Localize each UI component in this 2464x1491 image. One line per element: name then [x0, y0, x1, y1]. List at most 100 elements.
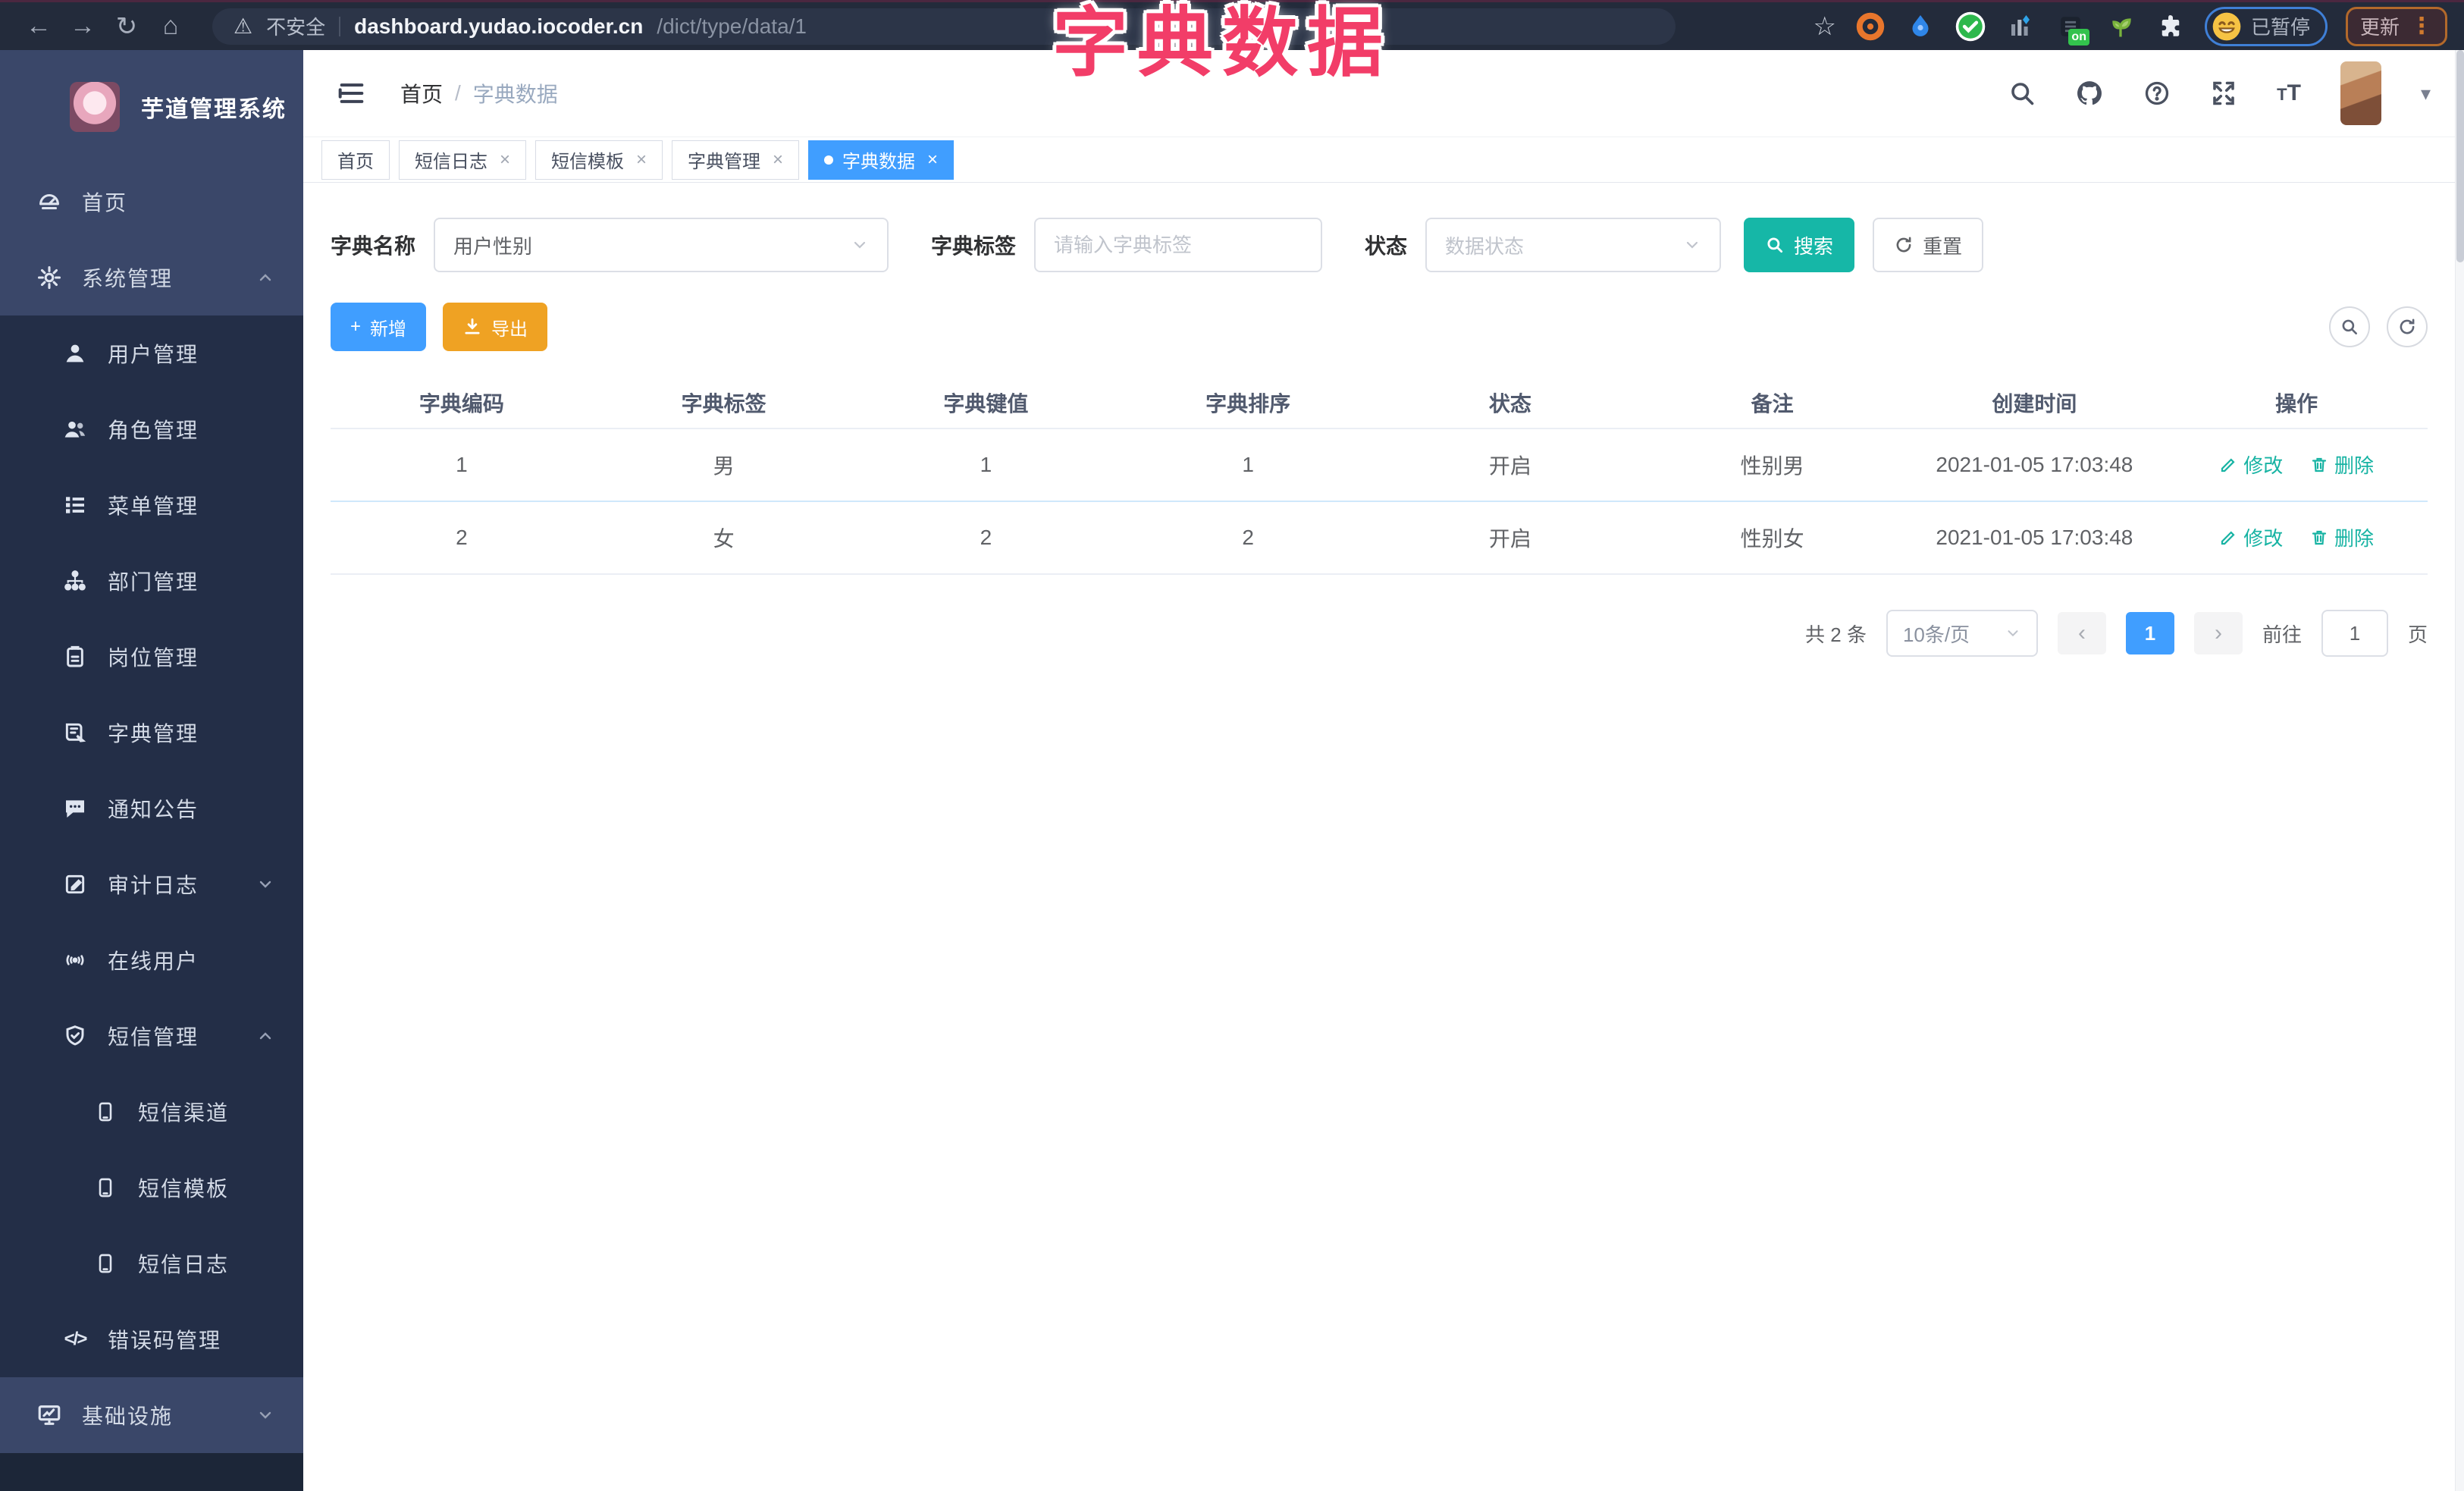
reload-icon[interactable]: ↻: [105, 11, 149, 42]
current-page-button[interactable]: 1: [2125, 612, 2174, 654]
export-button[interactable]: 导出: [443, 303, 548, 351]
tab-sms-log[interactable]: 短信日志 ×: [399, 140, 527, 180]
sidebar-item-sms-template[interactable]: 短信模板: [0, 1150, 303, 1226]
tab-dict-mgmt[interactable]: 字典管理 ×: [672, 140, 800, 180]
fullscreen-icon[interactable]: [2210, 80, 2237, 107]
sidebar-item-dept-mgmt[interactable]: 部门管理: [0, 543, 303, 619]
extension-stats-icon[interactable]: [2005, 11, 2036, 42]
breadcrumb: 首页 / 字典数据: [400, 78, 558, 108]
sidebar-item-sms-channel[interactable]: 短信渠道: [0, 1074, 303, 1150]
sidebar-item-infrastructure[interactable]: 基础设施: [0, 1377, 303, 1453]
trash-icon: [2312, 530, 2327, 545]
sidebar-item-menu-mgmt[interactable]: 菜单管理: [0, 467, 303, 543]
announcement-icon: [59, 796, 91, 821]
breadcrumb-home-link[interactable]: 首页: [400, 78, 443, 108]
edit-button[interactable]: 修改: [2219, 450, 2283, 479]
sidebar-footer: [0, 1453, 303, 1491]
bookmark-star-icon[interactable]: ☆: [1813, 11, 1835, 42]
delete-button[interactable]: 删除: [2310, 450, 2374, 479]
refresh-table-button[interactable]: [2387, 306, 2428, 347]
sidebar-item-dict-mgmt[interactable]: 字典管理: [0, 695, 303, 771]
table-toolbar: + 新增 导出: [331, 303, 2428, 351]
kebab-menu-icon[interactable]: ⋮: [2410, 13, 2433, 39]
dict-tag-input[interactable]: [1034, 218, 1323, 272]
next-page-button[interactable]: ›: [2193, 612, 2243, 654]
delete-button[interactable]: 删除: [2310, 523, 2374, 551]
table-row: 1 男 1 1 开启 性别男 2021-01-05 17:03:48 修改 删除: [331, 428, 2428, 502]
extension-blue-drop-icon[interactable]: [1904, 11, 1936, 42]
user-avatar[interactable]: [2340, 61, 2381, 125]
infrastructure-icon: [33, 1402, 65, 1428]
pencil-icon: [2221, 531, 2235, 545]
sidebar-item-online-users[interactable]: 在线用户: [0, 922, 303, 998]
total-count: 共 2 条: [1805, 623, 1867, 646]
main-content: 字典名称 用户性别 字典标签 状态 数据状态 搜索 重置 + 新增: [303, 183, 2455, 1491]
scrollbar-thumb[interactable]: [2456, 50, 2464, 262]
extension-orange-icon[interactable]: [1854, 11, 1886, 42]
reset-button[interactable]: 重置: [1873, 218, 1984, 272]
toggle-search-button[interactable]: [2329, 306, 2370, 347]
sidebar-item-sms-log[interactable]: 短信日志: [0, 1226, 303, 1301]
sidebar-item-error-code[interactable]: </> 错误码管理: [0, 1301, 303, 1377]
col-dict-tag: 字典标签: [592, 377, 855, 429]
page-size-select[interactable]: 10条/页: [1886, 610, 2038, 657]
close-icon[interactable]: ×: [636, 150, 647, 169]
search-icon[interactable]: [2008, 80, 2036, 107]
tab-home[interactable]: 首页: [321, 140, 390, 180]
warning-icon: ⚠: [234, 14, 253, 38]
close-icon[interactable]: ×: [500, 150, 510, 169]
refresh-icon: [2400, 319, 2415, 334]
home-icon[interactable]: ⌂: [149, 11, 193, 41]
font-size-icon[interactable]: TT: [2277, 80, 2301, 106]
home-icon: [33, 189, 65, 215]
extension-green-check-icon[interactable]: [1955, 11, 1986, 42]
back-icon[interactable]: ←: [17, 11, 61, 41]
app-logo-row[interactable]: 芋道管理系统: [0, 50, 303, 164]
extension-dark-on-icon[interactable]: on: [2055, 11, 2089, 46]
prev-page-button[interactable]: ‹: [2057, 612, 2106, 654]
caret-down-icon[interactable]: ▾: [2421, 82, 2431, 105]
chevron-down-icon: [2005, 625, 2021, 642]
address-bar[interactable]: ⚠ 不安全 dashboard.yudao.iocoder.cn /dict/t…: [212, 8, 1676, 45]
update-label: 更新: [2359, 16, 2400, 39]
add-button[interactable]: + 新增: [331, 303, 427, 351]
extensions-puzzle-icon[interactable]: [2155, 11, 2187, 42]
sidebar-item-system-mgmt[interactable]: 系统管理: [0, 240, 303, 315]
status-select[interactable]: 数据状态: [1425, 218, 1722, 272]
sidebar-item-post-mgmt[interactable]: 岗位管理: [0, 619, 303, 695]
forward-icon[interactable]: →: [61, 11, 105, 41]
col-actions: 操作: [2165, 377, 2428, 429]
sidebar-item-audit-log[interactable]: 审计日志: [0, 846, 303, 922]
trash-icon: [2312, 457, 2327, 472]
page-scrollbar: [2455, 50, 2464, 1491]
search-button[interactable]: 搜索: [1744, 218, 1855, 272]
org-tree-icon: [59, 569, 91, 593]
close-icon[interactable]: ×: [773, 150, 783, 169]
goto-page-input[interactable]: [2321, 610, 2388, 657]
dict-name-select[interactable]: 用户性别: [434, 218, 889, 272]
sidebar-item-role-mgmt[interactable]: 角色管理: [0, 391, 303, 467]
help-icon[interactable]: [2143, 80, 2171, 107]
dict-data-table: 字典编码 字典标签 字典键值 字典排序 状态 备注 创建时间 操作 1 男 1 …: [331, 377, 2428, 575]
sidebar-item-home[interactable]: 首页: [0, 164, 303, 240]
tab-sms-template[interactable]: 短信模板 ×: [535, 140, 663, 180]
online-users-icon: [59, 948, 91, 972]
browser-actions: ☆ on 已暂停 更新 ⋮: [1813, 6, 2447, 46]
github-icon[interactable]: [2075, 79, 2104, 108]
edit-button[interactable]: 修改: [2219, 523, 2283, 551]
pencil-icon: [2221, 458, 2235, 472]
close-icon[interactable]: ×: [927, 150, 938, 169]
divider: [339, 16, 341, 36]
collapse-sidebar-icon[interactable]: [337, 78, 367, 108]
tab-dict-data[interactable]: 字典数据 ×: [808, 140, 955, 180]
sidebar-item-notice[interactable]: 通知公告: [0, 771, 303, 846]
menu-list-icon: [59, 493, 91, 517]
browser-update-button[interactable]: 更新 ⋮: [2345, 6, 2447, 46]
sidebar-item-user-mgmt[interactable]: 用户管理: [0, 315, 303, 391]
plus-icon: +: [350, 316, 362, 337]
sidebar-item-sms-mgmt[interactable]: 短信管理: [0, 998, 303, 1074]
browser-profile-chip[interactable]: 已暂停: [2204, 6, 2328, 46]
id-badge-icon: [59, 645, 91, 669]
app-title: 芋道管理系统: [141, 97, 287, 122]
extension-sprout-icon[interactable]: [2105, 11, 2136, 42]
